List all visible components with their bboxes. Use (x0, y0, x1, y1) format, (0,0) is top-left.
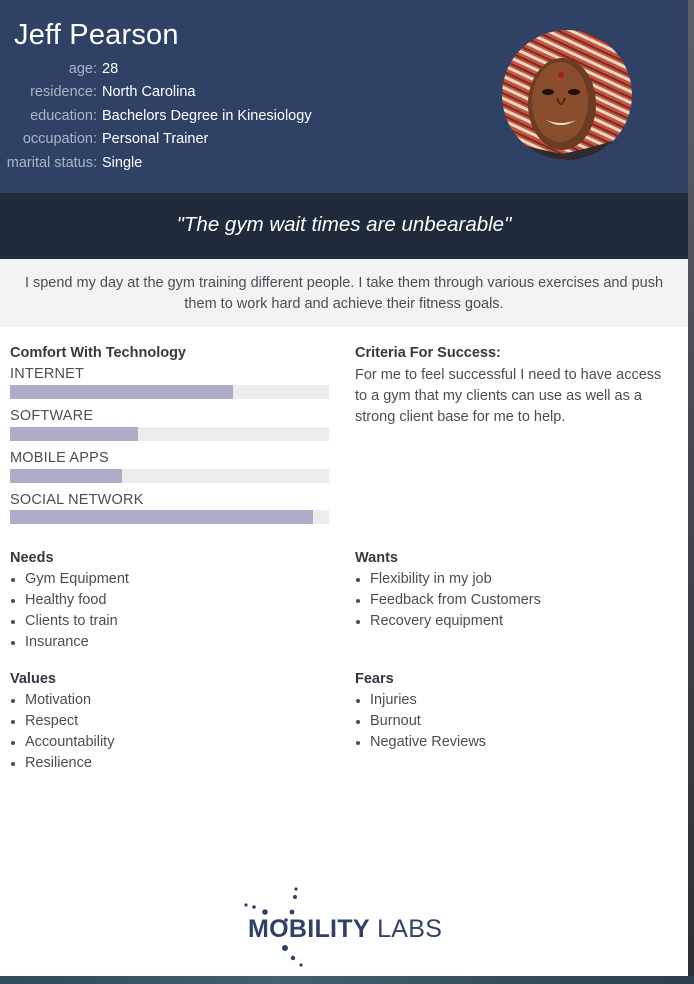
values-list: Motivation Respect Accountability Resili… (10, 690, 114, 774)
info-label: marital status: (6, 155, 97, 171)
skill-bar-fill (10, 385, 234, 399)
wants-list: Flexibility in my job Feedback from Cust… (355, 569, 541, 632)
persona-bio: I spend my day at the gym training diffe… (24, 275, 664, 312)
comfort-title: Comfort With Technology (10, 345, 186, 361)
list-item: Insurance (10, 632, 129, 653)
list-item: Injuries (355, 690, 486, 711)
wants-title: Wants (355, 550, 398, 566)
skill-label-social-network: SOCIAL NETWORK (10, 492, 144, 508)
logo-text-bold: MOBILITY (248, 915, 370, 943)
list-item: Healthy food (10, 590, 129, 611)
mobility-labs-logo: MOBILITY LABS (243, 886, 443, 970)
info-value: Personal Trainer (102, 131, 209, 147)
skill-label-internet: INTERNET (10, 366, 85, 382)
skill-label-software: SOFTWARE (10, 408, 94, 424)
info-row-education: education: Bachelors Degree in Kinesiolo… (0, 108, 500, 130)
info-value: North Carolina (102, 84, 196, 100)
fears-list: Injuries Burnout Negative Reviews (355, 690, 486, 753)
list-item: Resilience (10, 753, 114, 774)
info-row-residence: residence: North Carolina (0, 84, 500, 106)
logo-text: MOBILITY LABS (248, 915, 442, 944)
persona-page: Jeff Pearson age: 28 residence: North Ca… (0, 0, 688, 976)
info-label: age: (68, 61, 97, 77)
info-label: residence: (30, 84, 97, 100)
info-row-marital-status: marital status: Single (0, 155, 500, 177)
info-value: Bachelors Degree in Kinesiology (102, 108, 312, 124)
info-row-occupation: occupation: Personal Trainer (0, 131, 500, 153)
values-title: Values (10, 671, 56, 687)
info-row-age: age: 28 (0, 61, 500, 83)
persona-quote: "The gym wait times are unbearable" (176, 213, 512, 236)
bio-band: I spend my day at the gym training diffe… (0, 259, 688, 327)
needs-list: Gym Equipment Healthy food Clients to tr… (10, 569, 129, 653)
list-item: Accountability (10, 732, 114, 753)
needs-title: Needs (10, 550, 54, 566)
list-item: Recovery equipment (355, 611, 541, 632)
fears-title: Fears (355, 671, 394, 687)
portrait-image (502, 30, 632, 160)
quote-band: "The gym wait times are unbearable" (0, 193, 688, 259)
criteria-text: For me to feel successful I need to have… (355, 367, 662, 425)
list-item: Motivation (10, 690, 114, 711)
info-value: 28 (102, 61, 119, 77)
skill-bar-fill (10, 469, 122, 483)
criteria-title: Criteria For Success: (355, 345, 501, 361)
list-item: Burnout (355, 711, 486, 732)
list-item: Feedback from Customers (355, 590, 541, 611)
list-item: Clients to train (10, 611, 129, 632)
bottom-edge-background (0, 976, 694, 984)
list-item: Gym Equipment (10, 569, 129, 590)
list-item: Flexibility in my job (355, 569, 541, 590)
skill-bar-fill (10, 510, 314, 524)
logo-text-light: LABS (369, 915, 443, 943)
persona-header: Jeff Pearson age: 28 residence: North Ca… (0, 0, 688, 193)
avatar (502, 30, 632, 160)
info-label: occupation: (22, 131, 97, 147)
skill-label-mobile-apps: MOBILE APPS (10, 450, 109, 466)
list-item: Negative Reviews (355, 732, 486, 753)
skill-bar-internet (10, 385, 329, 399)
persona-name: Jeff Pearson (14, 19, 179, 51)
skill-bar-software (10, 427, 329, 441)
info-value: Single (102, 155, 143, 171)
info-label: education: (30, 108, 97, 124)
skill-bar-fill (10, 427, 138, 441)
skill-bar-mobile-apps (10, 469, 329, 483)
right-edge-background (688, 0, 694, 984)
skill-bar-social-network (10, 510, 329, 524)
list-item: Respect (10, 711, 114, 732)
